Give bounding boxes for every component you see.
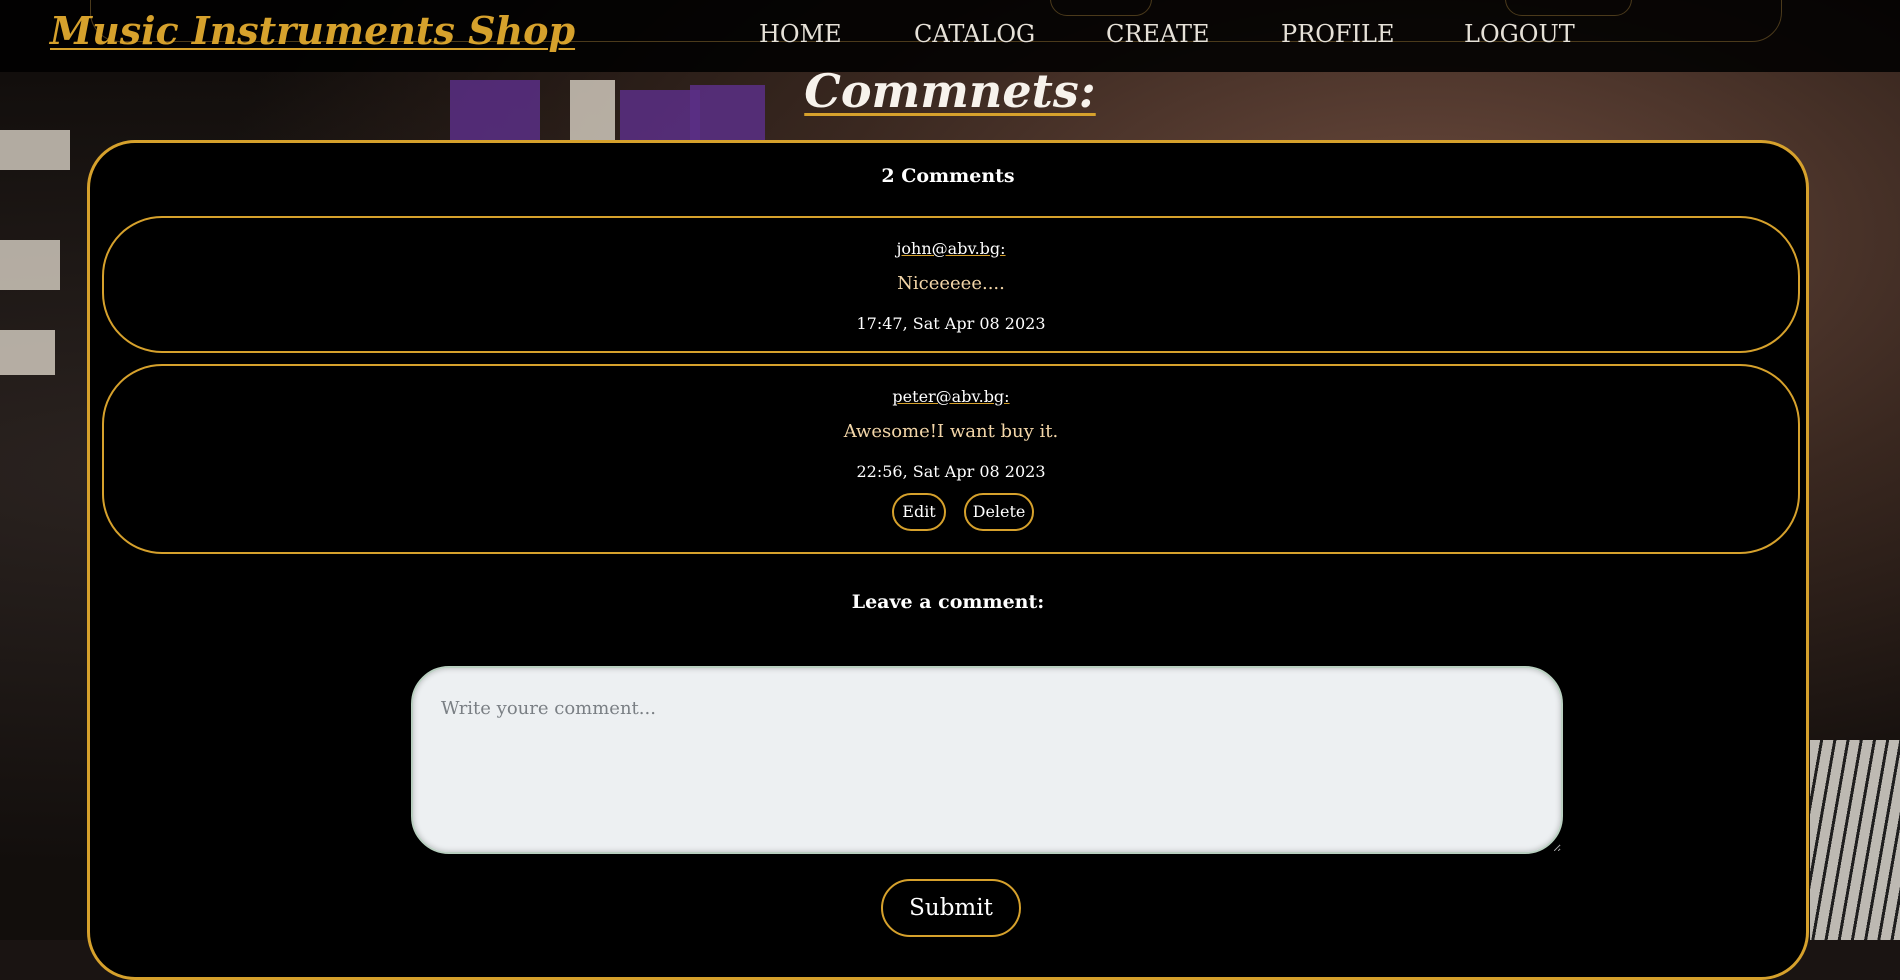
edit-comment-button[interactable]: Edit [892,493,946,531]
comment-author[interactable]: peter@abv.bg: [104,387,1798,406]
comments-panel: 2 Comments john@abv.bg: Niceeeee.... 17:… [87,140,1809,980]
comment-text: Niceeeee.... [897,273,1005,294]
delete-comment-button[interactable]: Delete [964,493,1034,531]
submit-comment-button[interactable]: Submit [881,879,1021,937]
nav-profile[interactable]: PROFILE [1281,20,1394,48]
comment-timestamp: 17:47, Sat Apr 08 2023 [856,314,1046,333]
comment-text: Awesome!I want buy it. [843,421,1059,442]
nav-logout[interactable]: LOGOUT [1464,20,1575,48]
brand-logo-link[interactable]: Music Instruments Shop [50,8,575,53]
nav-home[interactable]: HOME [759,20,842,48]
comment-timestamp: 22:56, Sat Apr 08 2023 [856,462,1046,481]
comments-count: 2 Comments [881,165,1015,187]
page-title: Commnets: [804,64,1096,118]
nav-pill-decoration [1050,0,1152,16]
comment-card: peter@abv.bg: Awesome!I want buy it. 22:… [102,364,1800,554]
comment-author[interactable]: john@abv.bg: [104,239,1798,258]
nav-pill-decoration [1505,0,1632,16]
top-navbar: Music Instruments Shop HOME CATALOG CREA… [0,0,1900,72]
comment-card: john@abv.bg: Niceeeee.... 17:47, Sat Apr… [102,216,1800,353]
nav-catalog[interactable]: CATALOG [914,20,1035,48]
comment-textarea[interactable] [411,666,1563,854]
nav-create[interactable]: CREATE [1106,20,1210,48]
leave-comment-heading: Leave a comment: [851,591,1045,613]
